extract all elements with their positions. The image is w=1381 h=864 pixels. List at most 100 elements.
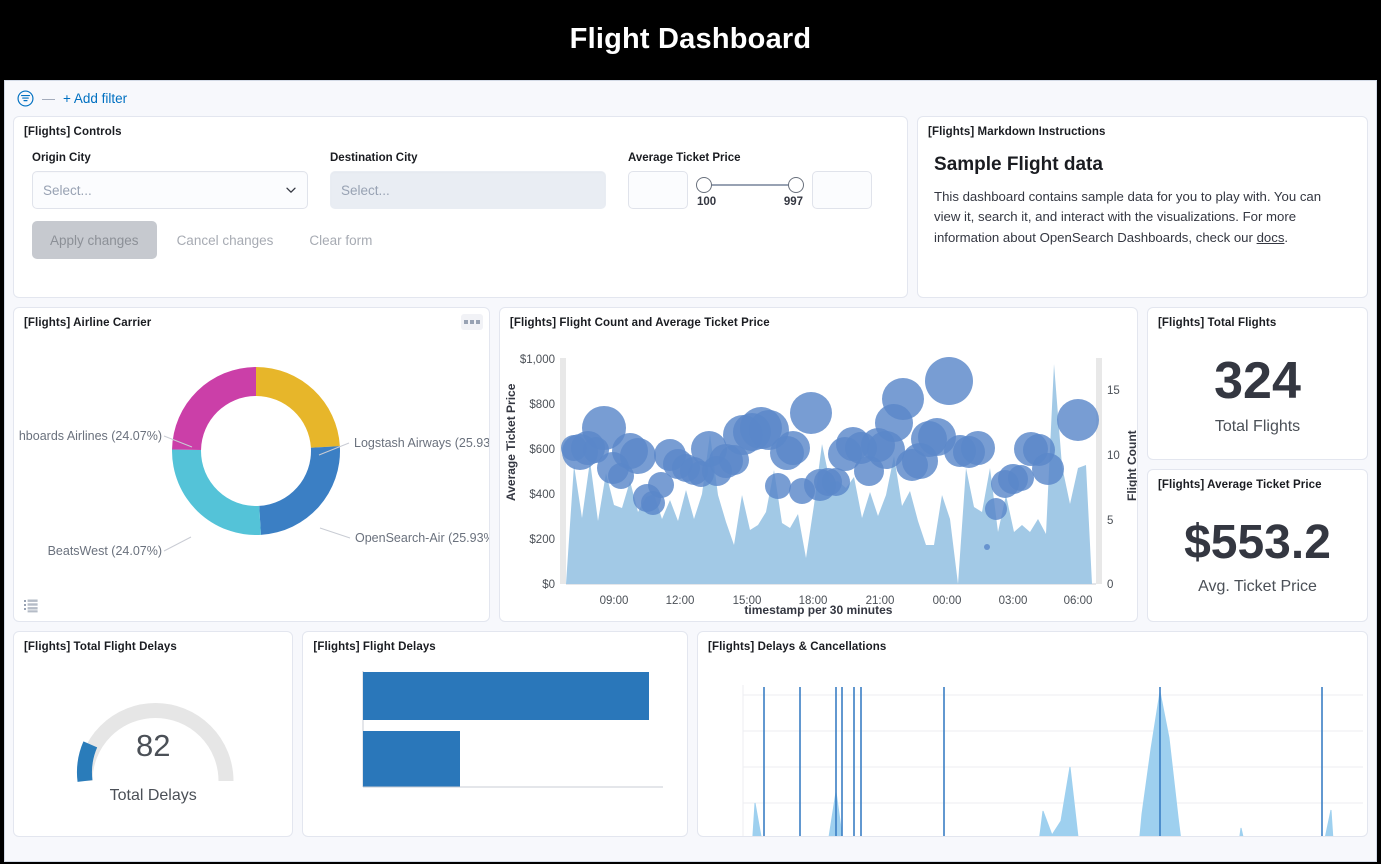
destination-city-select[interactable]: Select... — [330, 171, 606, 209]
y-tick-600: $600 — [529, 444, 555, 456]
delays-cancellations-area — [752, 691, 1334, 836]
flight-count-price-chart[interactable]: Average Ticket Price Flight Count $1,000… — [500, 333, 1138, 613]
markdown-heading: Sample Flight data — [934, 154, 1103, 175]
y-tick-400: $400 — [529, 489, 555, 501]
add-filter-button[interactable]: + Add filter — [63, 91, 127, 106]
apply-changes-button[interactable]: Apply changes — [32, 221, 157, 259]
average-ticket-price-label: Average Ticket Price — [628, 152, 741, 164]
y-tick-800: $800 — [529, 399, 555, 411]
cancel-changes-button[interactable]: Cancel changes — [161, 221, 290, 259]
panel-title: [Flights] Airline Carrier — [24, 317, 152, 329]
y2-axis-band — [1095, 358, 1102, 584]
clear-form-button[interactable]: Clear form — [293, 221, 388, 259]
price-range-slider[interactable]: 100 997 — [696, 171, 804, 208]
airline-carrier-donut-chart[interactable]: hboards Airlines (24.07%) Logstash Airwa… — [14, 333, 490, 605]
markdown-body: Sample Flight data This dashboard contai… — [918, 142, 1367, 248]
slider-knob-min[interactable] — [696, 177, 712, 193]
flight-delays-bar-chart[interactable] — [303, 657, 688, 837]
dot — [463, 320, 468, 324]
y-axis-band — [559, 358, 566, 584]
price-range-row: 100 997 — [628, 171, 872, 209]
panel-title: [Flights] Controls — [24, 126, 122, 138]
panel-total-flight-delays: [Flights] Total Flight Delays 82 Total D… — [13, 631, 294, 837]
grid-row-1: [Flights] Controls Origin City Select... — [13, 116, 1368, 298]
panel-title: [Flights] Markdown Instructions — [928, 126, 1106, 138]
slider-min-label: 100 — [697, 196, 717, 208]
dot — [469, 320, 474, 324]
markdown-paragraph: This dashboard contains sample data for … — [934, 187, 1351, 248]
slider-values: 100 997 — [696, 196, 804, 208]
y2-tick-5: 5 — [1107, 515, 1113, 527]
filter-circle-icon[interactable] — [17, 90, 34, 107]
leader-line-beatswest — [163, 536, 192, 552]
donut-label-logstash-airways: Logstash Airways (25.93 — [354, 436, 490, 450]
panel-airline-carrier: [Flights] Airline Carrier hboards Airlin… — [13, 307, 490, 622]
donut-slice-opensearch-air[interactable] — [259, 446, 341, 535]
average-ticket-price-control: Average Ticket Price 100 997 — [628, 152, 872, 209]
panel-title: [Flights] Total Flights — [1158, 317, 1277, 329]
destination-city-placeholder: Select... — [341, 182, 390, 198]
average-ticket-price-caption: Avg. Ticket Price — [1198, 578, 1317, 595]
panel-total-flights: [Flights] Total Flights 324 Total Flight… — [1147, 307, 1368, 460]
slider-knob-max[interactable] — [788, 177, 804, 193]
bar-true[interactable] — [363, 731, 461, 787]
dashboard-content-frame: — + Add filter [Flights] Controls Origin… — [4, 80, 1377, 862]
bar-false[interactable] — [363, 672, 650, 720]
panel-markdown-instructions: [Flights] Markdown Instructions Sample F… — [917, 116, 1368, 298]
y-tick-0: $0 — [542, 579, 555, 591]
total-flight-delays-value: 82 — [135, 728, 171, 763]
y2-tick-15: 15 — [1107, 385, 1120, 397]
panel-options-icon[interactable] — [460, 314, 483, 330]
origin-city-control: Origin City Select... — [32, 152, 308, 209]
dashboard-grid: [Flights] Controls Origin City Select... — [5, 116, 1376, 854]
metrics-column: [Flights] Total Flights 324 Total Flight… — [1147, 307, 1368, 622]
donut-label-opensearch-air: OpenSearch-Air (25.93%) — [355, 531, 490, 545]
destination-city-label: Destination City — [330, 152, 418, 164]
y-axis-label: Average Ticket Price — [504, 383, 518, 501]
dot — [475, 320, 480, 324]
docs-link[interactable]: docs — [1257, 230, 1285, 245]
donut-slice-dashboards-airlines[interactable] — [172, 367, 256, 450]
price-min-input[interactable] — [628, 171, 688, 209]
panel-title: [Flights] Delays & Cancellations — [708, 641, 887, 653]
destination-city-control: Destination City Select... — [330, 152, 606, 209]
y2-tick-10: 10 — [1107, 450, 1120, 462]
donut-slice-logstash-airways[interactable] — [256, 367, 340, 448]
grid-row-2: [Flights] Airline Carrier hboards Airlin… — [13, 307, 1368, 622]
total-flight-delays-caption: Total Delays — [109, 787, 197, 804]
x-axis-label: timestamp per 30 minutes — [744, 603, 893, 617]
panel-flights-controls: [Flights] Controls Origin City Select... — [13, 116, 909, 298]
price-max-input[interactable] — [812, 171, 872, 209]
panel-title: [Flights] Total Flight Delays — [24, 641, 177, 653]
delays-cancellations-chart[interactable] — [698, 657, 1368, 837]
panel-delays-and-cancellations: [Flights] Delays & Cancellations — [697, 631, 1368, 837]
total-flights-value: 324 — [1214, 352, 1301, 410]
slider-max-label: 997 — [783, 196, 803, 208]
dashboard-app: Flight Dashboard — + Add filter [Flights… — [0, 0, 1381, 864]
controls-body: Origin City Select... Destination City S… — [14, 142, 907, 209]
legend-list-icon[interactable] — [24, 599, 38, 613]
panel-flight-delays: [Flights] Flight Delays — [302, 631, 689, 837]
filter-bar: — + Add filter — [5, 81, 1376, 116]
chart-plot-area: Average Ticket Price Flight Count $1,000… — [504, 354, 1138, 607]
slider-line — [707, 184, 793, 186]
panel-title: [Flights] Flight Delays — [313, 641, 436, 653]
panel-title: [Flights] Average Ticket Price — [1158, 479, 1322, 491]
panel-average-ticket-price: [Flights] Average Ticket Price $553.2 Av… — [1147, 469, 1368, 622]
average-ticket-price-value: $553.2 — [1184, 516, 1331, 569]
panel-title: [Flights] Flight Count and Average Ticke… — [509, 317, 770, 329]
y2-axis-label: Flight Count — [1125, 430, 1138, 501]
controls-button-row: Apply changes Cancel changes Clear form — [14, 209, 907, 259]
page-title: Flight Dashboard — [569, 22, 812, 55]
app-header: Flight Dashboard — [0, 0, 1381, 78]
y-tick-1000: $1,000 — [520, 354, 555, 366]
donut-slice-beatswest[interactable] — [172, 449, 261, 536]
origin-city-select[interactable]: Select... — [32, 171, 308, 209]
y2-tick-0: 0 — [1107, 579, 1113, 591]
markdown-text-2: . — [1284, 229, 1289, 245]
donut-label-beatswest: BeatsWest (24.07%) — [48, 544, 162, 558]
slider-track[interactable] — [696, 174, 804, 196]
donut-label-dashboards-airlines: hboards Airlines (24.07%) — [19, 429, 162, 443]
leader-line-opensearch-air — [319, 527, 351, 539]
grid-row-3: [Flights] Total Flight Delays 82 Total D… — [13, 631, 1368, 837]
